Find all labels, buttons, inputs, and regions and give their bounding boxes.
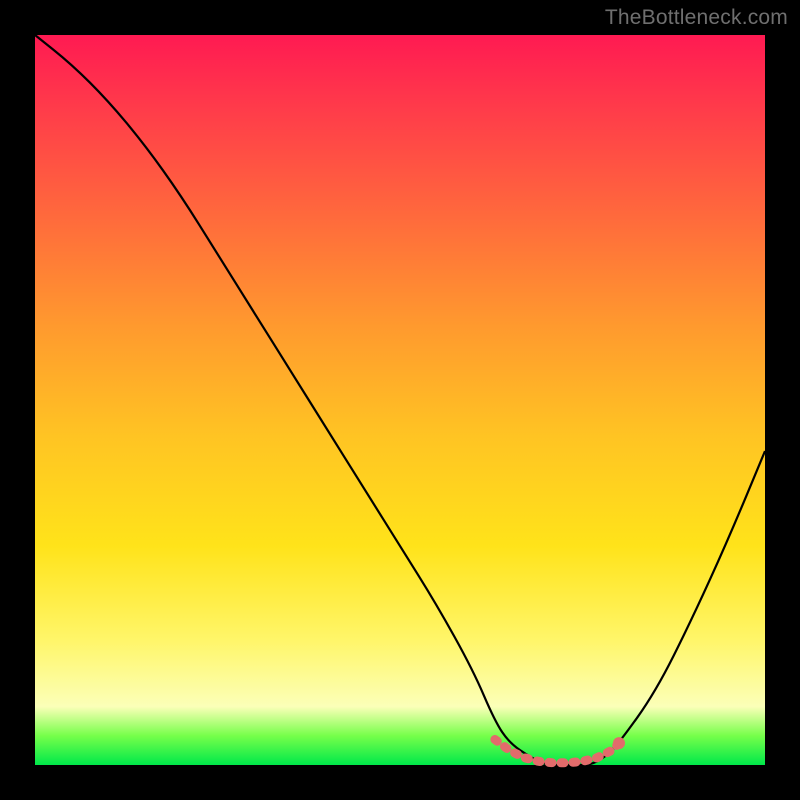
optimal-range-band [495, 739, 619, 762]
chart-frame: TheBottleneck.com [0, 0, 800, 800]
optimal-range-markers [495, 737, 625, 763]
curve-path [35, 35, 765, 765]
plot-area [35, 35, 765, 765]
watermark-text: TheBottleneck.com [605, 6, 788, 30]
bottleneck-curve [35, 35, 765, 765]
optimal-range-end-dot [613, 737, 625, 749]
